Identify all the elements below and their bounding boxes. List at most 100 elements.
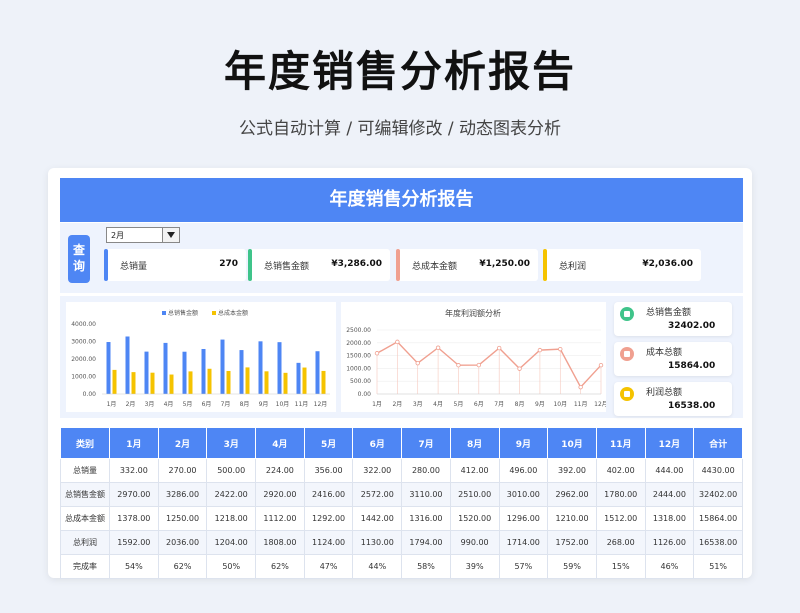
side-card-value: 32402.00 <box>668 321 716 331</box>
table-cell: 1318.00 <box>644 506 695 531</box>
table-cell: 280.00 <box>401 458 451 483</box>
table-cell: 4430.00 <box>693 458 743 483</box>
x-tick-label: 11月 <box>295 401 309 408</box>
table-cell: 1808.00 <box>255 530 305 555</box>
kpi-card-profit: 总利润 ¥2,036.00 <box>543 249 701 281</box>
x-tick-label: 4月 <box>164 401 174 408</box>
kpi-value: 270 <box>219 259 238 269</box>
y-tick-label: 3000.00 <box>71 339 96 346</box>
table-row: 总利润 1592.00 2036.00 1204.00 1808.00 1124.00 11… <box>60 530 743 555</box>
data-point <box>374 351 380 356</box>
chevron-down-icon[interactable] <box>162 228 179 242</box>
table-row-label: 总成本金额 <box>60 506 110 531</box>
y-tick-label: 1000.00 <box>71 374 96 381</box>
table-cell: 62% <box>255 554 305 579</box>
bar-sales <box>182 351 187 394</box>
table-cell: 1112.00 <box>255 506 305 531</box>
bar-cost <box>150 372 155 394</box>
x-tick-label: 1月 <box>372 401 382 408</box>
table-row-label: 总销量 <box>60 458 110 483</box>
side-card-value: 16538.00 <box>668 401 716 411</box>
table-cell: 2444.00 <box>644 482 695 507</box>
table-cell: 1442.00 <box>352 506 403 531</box>
bar-sales <box>125 336 130 394</box>
table-row-label: 完成率 <box>60 554 110 579</box>
data-point <box>456 363 461 368</box>
x-tick-label: 6月 <box>474 401 484 408</box>
x-tick-label: 6月 <box>202 401 212 408</box>
query-button[interactable]: 查询 <box>68 235 90 283</box>
bar-chart-panel: 总销售金额 总成本金额 4000.00 3000.00 2000.00 1000.00 0.… <box>66 302 336 412</box>
y-tick-label: 4000.00 <box>71 321 96 328</box>
kpi-label: 总成本金额 <box>412 262 458 272</box>
side-card-cost-total: 成本总额 15864.00 <box>614 342 732 376</box>
table-cell: 1124.00 <box>303 530 354 555</box>
table-cell: 1512.00 <box>595 506 646 531</box>
table-header-row: 类别 1月 2月 3月 4月 5月 6月 7月 8月 9月 10月 11月 12月 合计 <box>60 427 743 459</box>
bar-cost <box>302 367 307 394</box>
bar-cost <box>283 372 288 394</box>
y-tick-label: 1500.00 <box>346 353 371 360</box>
table-cell: 1316.00 <box>401 506 451 531</box>
bar-sales <box>315 351 320 394</box>
table-header-cell: 5月 <box>303 427 354 459</box>
bar-sales <box>277 342 282 394</box>
table-cell: 2962.00 <box>547 482 597 507</box>
table-cell: 392.00 <box>547 458 597 483</box>
x-tick-label: 9月 <box>535 401 545 408</box>
table-header-cell: 9月 <box>498 427 549 459</box>
side-card-value: 15864.00 <box>668 361 716 371</box>
line-chart-panel: 年度利润额分析 2500.00 2000.00 1500.00 1000.00 500.0… <box>341 302 608 412</box>
page-title: 年度销售分析报告 <box>223 47 576 96</box>
table-cell: 402.00 <box>595 458 646 483</box>
table-cell: 268.00 <box>595 530 646 555</box>
x-tick-label: 1月 <box>107 401 117 408</box>
data-point <box>415 360 420 366</box>
bar-cost <box>245 367 250 394</box>
table-header-cell: 10月 <box>547 427 597 459</box>
bar-cost <box>112 369 117 394</box>
legend-label: 总销售金额 <box>168 309 198 317</box>
y-tick-label: 1000.00 <box>346 365 371 372</box>
kpi-label: 总利润 <box>559 262 587 272</box>
table-cell: 3010.00 <box>498 482 549 507</box>
y-tick-label: 0.00 <box>83 391 97 398</box>
kpi-accent-bar <box>248 249 252 281</box>
table-cell: 1520.00 <box>449 506 500 531</box>
table-cell: 444.00 <box>644 458 695 483</box>
table-cell: 270.00 <box>157 458 208 483</box>
table-cell: 2510.00 <box>449 482 500 507</box>
table-cell: 2416.00 <box>303 482 354 507</box>
table-cell: 1714.00 <box>498 530 549 555</box>
table-header-cell: 7月 <box>401 427 451 459</box>
table-cell: 15864.00 <box>693 506 743 531</box>
x-tick-label: 4月 <box>433 401 443 408</box>
page-subtitle: 公式自动计算 / 可编辑修改 / 动态图表分析 <box>238 119 562 139</box>
bar-cost <box>131 372 136 394</box>
table-cell: 1794.00 <box>401 530 451 555</box>
x-tick-label: 10月 <box>553 401 567 408</box>
table-cell: 59% <box>547 554 597 579</box>
side-card-label: 利润总额 <box>646 388 683 398</box>
month-select[interactable]: 2月 <box>106 227 180 243</box>
table-cell: 356.00 <box>303 458 354 483</box>
table-cell: 44% <box>352 554 403 579</box>
table-header-cell: 2月 <box>157 427 208 459</box>
table-header-cell: 11月 <box>595 427 646 459</box>
x-tick-label: 2月 <box>126 401 136 408</box>
kpi-value: ¥2,036.00 <box>642 259 693 269</box>
table-header-cell: 3月 <box>206 427 257 459</box>
table-cell: 47% <box>303 554 354 579</box>
table-cell: 1780.00 <box>595 482 646 507</box>
chart-title: 年度利润额分析 <box>445 308 501 318</box>
x-tick-label: 9月 <box>259 401 269 408</box>
table-cell: 1752.00 <box>547 530 597 555</box>
month-select-value: 2月 <box>111 231 125 240</box>
side-card-label: 成本总额 <box>646 348 683 358</box>
data-point <box>598 362 604 368</box>
table-cell: 58% <box>401 554 451 579</box>
table-cell: 1292.00 <box>303 506 354 531</box>
x-tick-label: 3月 <box>413 401 423 408</box>
bar-sales <box>106 342 111 394</box>
table-cell: 1204.00 <box>206 530 257 555</box>
